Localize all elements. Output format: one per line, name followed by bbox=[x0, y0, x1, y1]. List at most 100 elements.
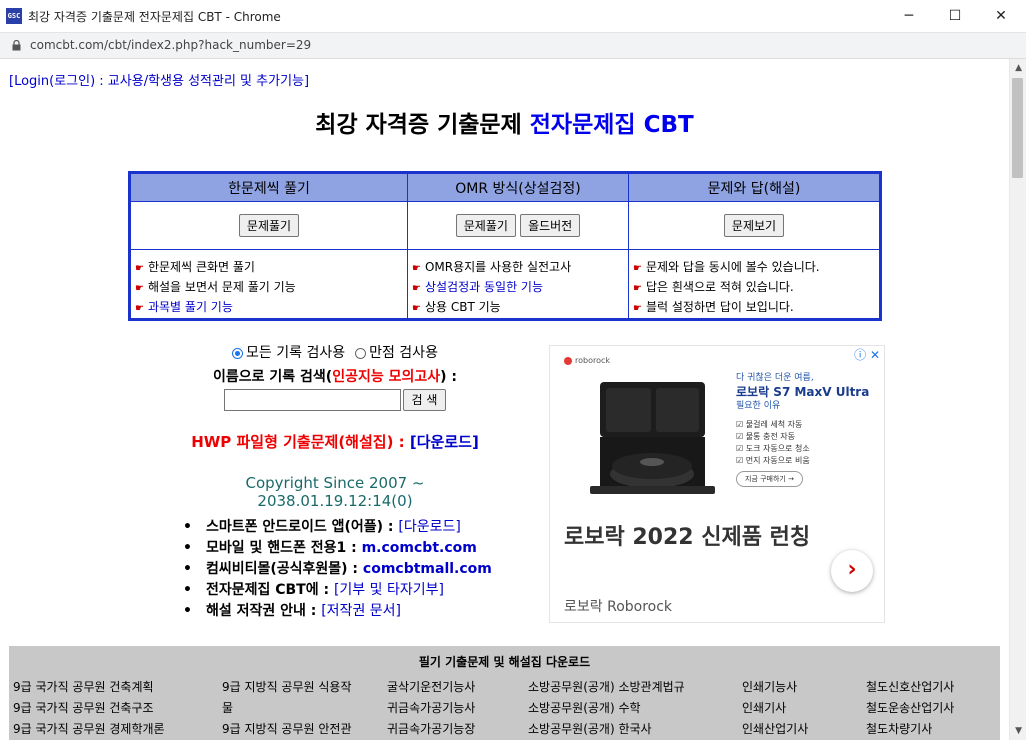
list-item: ☛ 답은 흰색으로 적혀 있습니다. bbox=[633, 280, 794, 294]
download-link[interactable]: 귀금속가공기능사 bbox=[387, 698, 475, 719]
radio-checked-icon[interactable] bbox=[232, 347, 244, 359]
page-title: 최강 자격증 기출문제 전자문제집 CBT bbox=[0, 105, 1009, 139]
standing-exam-link[interactable]: 상설검정과 동일한 기능 bbox=[425, 280, 543, 294]
search-button[interactable]: 검 색 bbox=[402, 389, 447, 411]
download-link[interactable]: 인쇄산업기사 bbox=[742, 719, 808, 740]
list-item: ☛ 상용 CBT 기능 bbox=[412, 300, 501, 314]
hwp-download-link[interactable]: [다운로드] bbox=[410, 433, 479, 451]
list-item: ☛ 해설을 보면서 문제 풀기 기능 bbox=[135, 280, 296, 294]
ai-mock-exam-link[interactable]: 인공지능 모의고사 bbox=[332, 369, 440, 385]
address-bar[interactable]: comcbt.com/cbt/index2.php?hack_number=29 bbox=[0, 33, 1026, 59]
pointing-hand-icon: ☛ bbox=[412, 263, 421, 274]
scroll-thumb[interactable] bbox=[1012, 78, 1023, 178]
login-link[interactable]: [Login(로그인) : 교사용/학생용 성적관리 및 추가기능] bbox=[9, 70, 309, 89]
android-app-download-link[interactable]: [다운로드] bbox=[398, 519, 460, 535]
download-link[interactable]: 물 bbox=[222, 698, 351, 719]
list-item: ☛ OMR용지를 사용한 실전고사 bbox=[412, 260, 572, 274]
search-row: 검 색 bbox=[170, 389, 500, 411]
mobile-site-link[interactable]: m.comcbt.com bbox=[362, 540, 477, 556]
donation-link[interactable]: [기부 및 타자기부] bbox=[334, 582, 444, 598]
list-item: 스마트폰 안드로이드 앱(어플) : [다운로드] bbox=[183, 517, 492, 538]
downloads-column: 소방공무원(공개) 소방관계법규 소방공무원(공개) 수학 소방공무원(공개) … bbox=[528, 677, 685, 740]
maximize-button[interactable]: ☐ bbox=[932, 0, 978, 32]
download-link[interactable]: 인쇄기능사 bbox=[742, 677, 808, 698]
name-search-input[interactable] bbox=[223, 389, 401, 411]
pointing-hand-icon: ☛ bbox=[412, 283, 421, 294]
scroll-up-arrow-icon[interactable]: ▲ bbox=[1015, 63, 1022, 73]
download-link[interactable]: 철도차량기사 bbox=[866, 719, 954, 740]
menu-table: 한문제씩 풀기 OMR 방식(상설검정) 문제와 답(해설) 문제풀기 문제풀기… bbox=[128, 171, 882, 321]
solve-single-button[interactable]: 문제풀기 bbox=[238, 214, 300, 237]
ad-headline[interactable]: 로보락 2022 신제품 런칭 bbox=[564, 522, 824, 554]
download-link[interactable]: 9급 국가직 공무원 경제학개론 bbox=[13, 719, 165, 740]
pointing-hand-icon: ☛ bbox=[633, 303, 642, 314]
list-item: 해설 저작권 안내 : [저작권 문서] bbox=[183, 601, 492, 622]
url-text[interactable]: comcbt.com/cbt/index2.php?hack_number=29 bbox=[30, 38, 311, 52]
download-link[interactable]: 소방공무원(공개) 한국사 bbox=[528, 719, 685, 740]
list-item[interactable]: ☛ 상설검정과 동일한 기능 bbox=[412, 278, 624, 298]
radio-full-score[interactable]: 만점 검사용 bbox=[355, 342, 438, 362]
download-link[interactable]: 철도운송산업기사 bbox=[866, 698, 954, 719]
window-titlebar: GSC 최강 자격증 기출문제 전자문제집 CBT - Chrome ─ ☐ ✕ bbox=[0, 0, 1026, 33]
menu-buttons-answers: 문제보기 bbox=[628, 201, 881, 250]
ad-copy: 다 귀찮은 더운 여름, 로보락 S7 MaxV Ultra 필요한 이유 ☑ … bbox=[736, 371, 876, 487]
downloads-title: 필기 기출문제 및 해설집 다운로드 bbox=[418, 655, 591, 669]
menu-buttons-omr: 문제풀기 올드버전 bbox=[407, 201, 629, 250]
downloads-column: 굴삭기운전기능사 귀금속가공기능사 귀금속가공기능장 bbox=[387, 677, 475, 740]
page-title-part2[interactable]: 전자문제집 CBT bbox=[530, 112, 694, 138]
ad-check-item: ☑ 물통 충전 자동 bbox=[736, 432, 795, 441]
solve-omr-button[interactable]: 문제풀기 bbox=[455, 214, 516, 237]
ad-buy-now-button[interactable]: 지금 구매하기 → bbox=[736, 471, 803, 487]
list-item[interactable]: ☛ 과목별 풀기 기능 bbox=[135, 298, 403, 318]
minimize-button[interactable]: ─ bbox=[886, 0, 932, 32]
subject-solve-link[interactable]: 과목별 풀기 기능 bbox=[148, 300, 233, 314]
view-questions-button[interactable]: 문제보기 bbox=[723, 214, 785, 237]
ad-advertiser[interactable]: 로보락 Roborock bbox=[564, 596, 672, 616]
menu-header-single: 한문제씩 풀기 bbox=[129, 172, 408, 202]
robot-vacuum-dock-icon bbox=[590, 382, 715, 494]
advertisement[interactable]: roborock ⓘ ✕ 다 귀찮은 더운 여름, 로보락 S7 MaxV Ul… bbox=[549, 345, 885, 623]
menu-header-answers: 문제와 답(해설) bbox=[628, 172, 881, 202]
list-item: 모바일 및 핸드폰 전용1 : m.comcbt.com bbox=[183, 538, 492, 559]
radio-unchecked-icon[interactable] bbox=[355, 347, 367, 359]
list-item: ☛ 한문제씩 큰화면 풀기 bbox=[135, 260, 255, 274]
download-link[interactable]: 9급 국가직 공무원 건축구조 bbox=[13, 698, 165, 719]
pointing-hand-icon: ☛ bbox=[412, 303, 421, 314]
menu-header-omr: OMR 방식(상설검정) bbox=[407, 172, 629, 202]
page-content: [Login(로그인) : 교사용/학생용 성적관리 및 추가기능] 최강 자격… bbox=[0, 59, 1009, 740]
list-item: ☛ 블럭 설정하면 답이 보입니다. bbox=[633, 300, 794, 314]
window-title: 최강 자격증 기출문제 전자문제집 CBT - Chrome bbox=[28, 10, 281, 24]
pointing-hand-icon: ☛ bbox=[633, 283, 642, 294]
download-link[interactable]: 인쇄기사 bbox=[742, 698, 808, 719]
copyright-doc-link[interactable]: [저작권 문서] bbox=[321, 603, 401, 619]
cbt-mall-link[interactable]: comcbtmall.com bbox=[363, 561, 492, 577]
search-label: 이름으로 기록 검색(인공지능 모의고사) : bbox=[213, 369, 457, 385]
ad-check-item: ☑ 도크 자동으로 청소 bbox=[736, 444, 810, 453]
ad-image[interactable]: roborock ⓘ ✕ 다 귀찮은 더운 여름, 로보락 S7 MaxV Ul… bbox=[550, 346, 884, 506]
menu-desc-answers: ☛ 문제와 답을 동시에 볼수 있습니다. ☛ 답은 흰색으로 적혀 있습니다. ☛… bbox=[628, 249, 881, 320]
chevron-right-icon[interactable]: › bbox=[831, 550, 873, 592]
download-link[interactable]: 굴삭기운전기능사 bbox=[387, 677, 475, 698]
radio-all-records[interactable]: 모든 기록 검사용 bbox=[232, 342, 345, 362]
search-mode-radios: 모든 기록 검사용 만점 검사용 bbox=[170, 342, 500, 362]
app-links-list: 스마트폰 안드로이드 앱(어플) : [다운로드] 모바일 및 핸드폰 전용1 … bbox=[183, 517, 492, 622]
page-title-part1: 최강 자격증 기출문제 bbox=[315, 112, 530, 138]
scroll-down-arrow-icon[interactable]: ▼ bbox=[1015, 726, 1022, 736]
menu-buttons-single: 문제풀기 bbox=[129, 201, 408, 250]
menu-desc-single: ☛ 한문제씩 큰화면 풀기 ☛ 해설을 보면서 문제 풀기 기능 ☛ 과목별 풀기 기… bbox=[129, 249, 408, 320]
close-button[interactable]: ✕ bbox=[978, 0, 1024, 32]
download-link[interactable]: 귀금속가공기능장 bbox=[387, 719, 475, 740]
download-link[interactable]: 9급 국가직 공무원 건축계획 bbox=[13, 677, 165, 698]
downloads-column: 9급 지방직 공무원 식용작 물 9급 지방직 공무원 안전관 bbox=[222, 677, 351, 740]
download-link[interactable]: 소방공무원(공개) 소방관계법규 bbox=[528, 677, 685, 698]
old-version-button[interactable]: 올드버전 bbox=[520, 214, 581, 237]
ad-info-close-icon[interactable]: ⓘ ✕ bbox=[854, 346, 880, 363]
list-item: 전자문제집 CBT에 : [기부 및 타자기부] bbox=[183, 580, 492, 601]
list-item: 컴씨비티몰(공식후원몰) : comcbtmall.com bbox=[183, 559, 492, 580]
ad-check-item: ☑ 물걸레 세척 자동 bbox=[736, 420, 803, 429]
downloads-section: 필기 기출문제 및 해설집 다운로드 9급 국가직 공무원 건축계획 9급 국가… bbox=[9, 646, 1000, 740]
download-link[interactable]: 소방공무원(공개) 수학 bbox=[528, 698, 685, 719]
download-link[interactable]: 철도신호산업기사 bbox=[866, 677, 954, 698]
download-link[interactable]: 9급 지방직 공무원 식용작 bbox=[222, 677, 351, 698]
download-link[interactable]: 9급 지방직 공무원 안전관 bbox=[222, 719, 351, 740]
